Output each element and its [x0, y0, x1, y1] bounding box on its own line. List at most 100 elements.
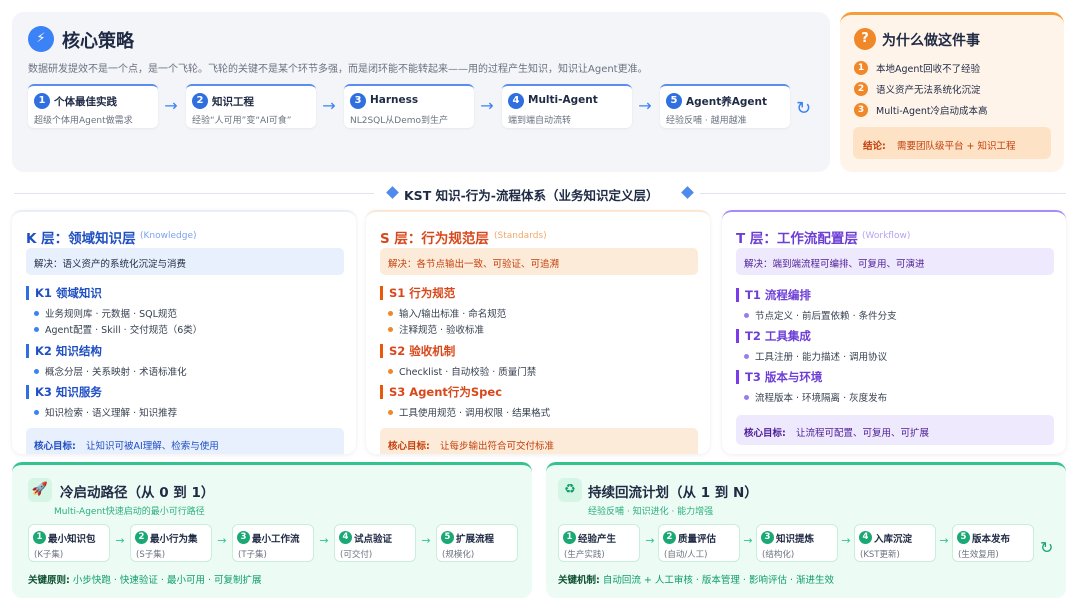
- why-item-text: 本地Agent回收不了经验: [876, 64, 981, 75]
- bullet-item: 输入/输出标准 · 命名规范: [388, 306, 506, 320]
- step-label: Harness: [370, 94, 419, 106]
- step-number: 5: [666, 93, 682, 109]
- bullet-item: 知识检索 · 语义理解 · 知识推荐: [34, 405, 177, 419]
- layer-goal: 核心目标: 让每步输出符合可交付标准: [380, 428, 698, 454]
- group-title: K3 知识服务: [26, 385, 102, 399]
- bullet-text: 输入/输出标准 · 命名规范: [399, 309, 507, 320]
- layer-solution: 解决：语义资产的系统化沉淀与消费: [26, 248, 344, 275]
- goal-text: 让每步输出符合可交付标准: [440, 441, 555, 452]
- flywheel-step: 1 个体最佳实践 超级个体用Agent做需求: [28, 84, 158, 128]
- step-label: 版本发布: [972, 534, 1011, 545]
- conclusion-label: 结论:: [863, 141, 886, 152]
- reflow-mechanism: 关键机制: 自动回流 + 人工审核 · 版本管理 · 影响评估 · 渐进生效: [558, 572, 834, 586]
- step-subtitle: (S子集): [136, 550, 166, 560]
- arrow-right-icon: →: [319, 534, 329, 547]
- arrow-right-icon: →: [480, 96, 494, 115]
- step-number: 4: [508, 93, 524, 109]
- step-number: 1: [34, 93, 50, 109]
- why-item-text: 语义资产无法系统化沉淀: [876, 85, 981, 96]
- goal-label: 核心目标:: [388, 441, 430, 452]
- reflow-step: 3 知识提炼 (结构化): [756, 524, 838, 562]
- step-subtitle: (KST更新): [860, 550, 900, 560]
- bullet-item: 概念分层 · 关系映射 · 术语标准化: [34, 364, 187, 378]
- s-layer-card: S 层：行为规范层 (Standards) 解决：各节点输出一致、可验证、可追溯…: [366, 210, 710, 454]
- step-number: 4: [339, 531, 352, 544]
- step-label: 扩展流程: [456, 534, 495, 545]
- core-strategy-title: 核心策略: [62, 31, 134, 52]
- cold-start-step: 5 扩展流程 (规模化): [436, 524, 518, 562]
- why-item: 2 语义资产无法系统化沉淀: [854, 81, 1054, 97]
- step-subtitle: 端到端自动流转: [508, 116, 572, 126]
- group-title: S2 验收机制: [380, 344, 455, 358]
- step-subtitle: (T子集): [238, 550, 267, 560]
- bullet-item: Agent配置 · Skill · 交付规范（6类）: [34, 322, 202, 336]
- step-number: 5: [957, 531, 970, 544]
- step-label: 质量评估: [678, 534, 717, 545]
- cycle-arrow-icon: ↻: [1040, 538, 1054, 557]
- layer-solution: 解决：端到端流程可编排、可复用、可演进: [736, 248, 1054, 275]
- arrow-right-icon: →: [638, 96, 652, 115]
- why-item: 1 本地Agent回收不了经验: [854, 60, 1054, 76]
- bullet-item: 注释规范 · 验收标准: [388, 322, 484, 336]
- bullet-text: 工具注册 · 能力描述 · 调用协议: [755, 352, 888, 363]
- cold-start-subtitle: Multi-Agent快速启动的最小可行路径: [54, 507, 205, 517]
- cold-start-principle: 关键原则: 小步快跑 · 快速验证 · 最小可用 · 可复制扩展: [28, 572, 262, 586]
- goal-label: 核心目标:: [34, 441, 76, 452]
- bullet-dot-icon: [744, 354, 749, 359]
- arrow-right-icon: →: [217, 534, 227, 547]
- bullet-text: 概念分层 · 关系映射 · 术语标准化: [45, 367, 187, 378]
- reflow-step: 5 版本发布 (生效复用): [952, 524, 1034, 562]
- arrow-right-icon: →: [645, 534, 655, 547]
- group-title: T1 流程编排: [736, 288, 811, 302]
- principle-label: 关键原则:: [28, 575, 70, 586]
- bullet-dot-icon: [34, 410, 39, 415]
- layer-title: K 层：领域知识层: [26, 231, 136, 247]
- arrow-right-icon: →: [164, 96, 178, 115]
- layer-solution: 解决：各节点输出一致、可验证、可追溯: [380, 248, 698, 275]
- why-item-text: Multi-Agent冷启动成本高: [876, 106, 988, 117]
- conclusion-text: 需要团队级平台 + 知识工程: [897, 141, 1016, 152]
- group-title: K2 知识结构: [26, 344, 102, 358]
- why-title: 为什么做这件事: [882, 33, 980, 49]
- bullet-item: 工具使用规范 · 调用权限 · 结果格式: [388, 405, 550, 419]
- bullet-item: 工具注册 · 能力描述 · 调用协议: [744, 349, 887, 363]
- flywheel-step: 3 Harness NL2SQL从Demo到生产: [344, 84, 474, 128]
- bullet-dot-icon: [744, 395, 749, 400]
- section-title: KST 知识-行为-流程体系（业务知识定义层）: [404, 188, 659, 203]
- layer-title: S 层：行为规范层: [380, 231, 489, 247]
- recycle-icon: ♻: [558, 478, 582, 502]
- divider: [700, 193, 1066, 194]
- group-title: S1 行为规范: [380, 286, 455, 300]
- layer-goal: 核心目标: 让知识可被AI理解、检索与使用: [26, 428, 344, 454]
- step-subtitle: 经验反哺 · 越用越准: [666, 116, 747, 126]
- flywheel-step: 2 知识工程 经验“人可用”变“AI可食”: [186, 84, 316, 128]
- group-title: K1 领域知识: [26, 286, 102, 300]
- layer-english-name: (Standards): [494, 231, 547, 241]
- step-label: 最小工作流: [252, 534, 300, 545]
- bullet-text: 业务规则库 · 元数据 · SQL规范: [45, 309, 177, 320]
- goal-label: 核心目标:: [744, 428, 786, 439]
- diamond-icon: [386, 186, 399, 199]
- bullet-dot-icon: [34, 311, 39, 316]
- step-label: Agent养Agent: [686, 96, 768, 108]
- bullet-dot-icon: [388, 369, 393, 374]
- bullet-item: 业务规则库 · 元数据 · SQL规范: [34, 306, 177, 320]
- bullet-dot-icon: [34, 369, 39, 374]
- step-label: 经验产生: [578, 534, 617, 545]
- arrow-right-icon: →: [841, 534, 851, 547]
- divider: [14, 193, 374, 194]
- reflow-step: 4 入库沉淀 (KST更新): [854, 524, 936, 562]
- why-conclusion: 结论: 需要团队级平台 + 知识工程: [853, 127, 1051, 159]
- flywheel-step: 5 Agent养Agent 经验反哺 · 越用越准: [660, 84, 790, 128]
- reflow-subtitle: 经验反哺 · 知识进化 · 能力增强: [588, 507, 714, 517]
- cold-start-step: 3 最小工作流 (T子集): [232, 524, 314, 562]
- step-subtitle: (规模化): [442, 550, 475, 560]
- diamond-icon: [681, 186, 694, 199]
- bullet-item: Checklist · 自动校验 · 质量门禁: [388, 364, 536, 378]
- rocket-icon: 🚀: [28, 478, 52, 502]
- reflow-step: 1 经验产生 (生产实践): [558, 524, 640, 562]
- cold-start-step: 2 最小行为集 (S子集): [130, 524, 212, 562]
- core-strategy-description: 数据研发提效不是一个点，是一个飞轮。飞轮的关键不是某个环节多强，而是闭环能不能转…: [28, 64, 648, 75]
- bullet-text: Agent配置 · Skill · 交付规范（6类）: [45, 325, 203, 336]
- why-item-number: 1: [854, 61, 868, 75]
